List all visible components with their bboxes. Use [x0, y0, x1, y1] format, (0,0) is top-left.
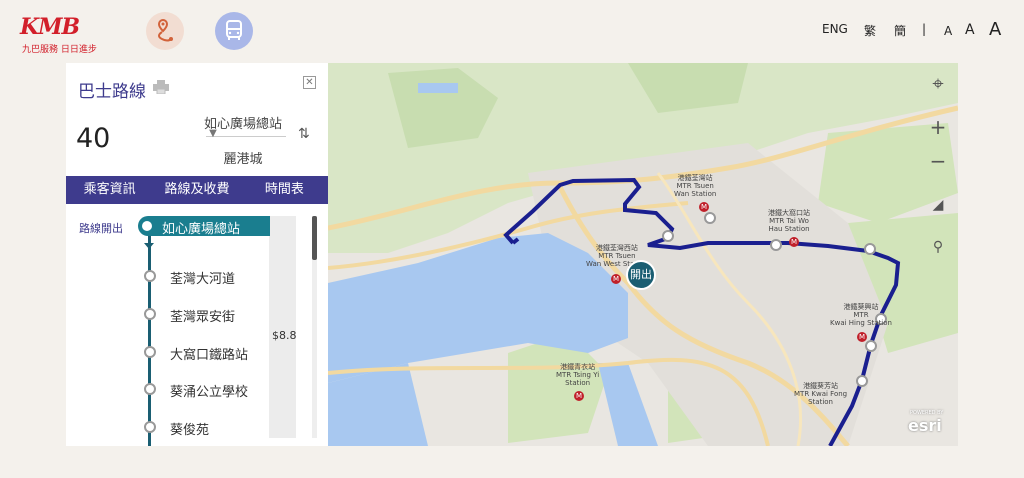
- zoom-in-button[interactable]: +: [924, 115, 952, 141]
- route-pin-icon: [157, 19, 173, 42]
- lang-english[interactable]: ENG: [822, 22, 848, 36]
- stop-item[interactable]: 荃灣眾安街: [144, 308, 294, 325]
- print-icon[interactable]: [153, 80, 169, 94]
- direction-label: 路線開出: [79, 222, 123, 235]
- zoom-out-button[interactable]: −: [924, 149, 952, 175]
- start-marker[interactable]: 開出: [626, 260, 656, 290]
- map-label-tai-wo-hau: 港鐵大窩口站 MTR Tai Wo Hau Station: [768, 209, 810, 233]
- route-tabs: 乘客資訊 路線及收費 時間表: [66, 176, 328, 204]
- stop-item[interactable]: 葵俊苑: [144, 421, 294, 438]
- stop-item[interactable]: 葵涌公立學校: [144, 383, 294, 400]
- map-label-kwai-hing: 港鐵葵興站 MTR Kwai Hing Station: [830, 303, 892, 327]
- esri-logo: esri: [908, 416, 942, 435]
- map-label-kwai-fong: 港鐵葵芳站 MTR Kwai Fong Station: [794, 382, 848, 406]
- stop-dot: [142, 221, 152, 231]
- route-destination: 麗港城: [223, 152, 263, 167]
- close-button[interactable]: ✕: [303, 76, 316, 89]
- stop-name: 葵俊苑: [170, 423, 210, 438]
- mtr-icon: M: [789, 237, 799, 247]
- header-separator: |: [922, 22, 927, 36]
- fare-value: $8.8: [272, 329, 297, 342]
- stop-dot: [144, 421, 156, 433]
- basemap-icon[interactable]: ◢: [924, 193, 952, 219]
- stop-dot: [144, 270, 156, 282]
- route-number: 40: [76, 123, 111, 154]
- font-size-small[interactable]: A: [944, 24, 952, 38]
- panel-title: 巴士路線: [78, 82, 146, 102]
- route-direction-arrow: [144, 243, 154, 249]
- bus-route-button[interactable]: [215, 12, 253, 50]
- mtr-icon: M: [611, 274, 621, 284]
- route-panel: 巴士路線 ✕ 40 如心廣場總站 ▼ 麗港城 ⇅ 乘客資訊 路線及收費 時間表 …: [66, 63, 328, 446]
- stop-dot: [144, 346, 156, 358]
- scrollbar-thumb[interactable]: [312, 216, 317, 260]
- font-size-large[interactable]: A: [989, 19, 1001, 40]
- locate-icon[interactable]: ⌖: [924, 71, 952, 97]
- fare-column: [269, 216, 296, 438]
- map-label-tsuen-wan: 港鐵荃灣站 MTR Tsuen Wan Station: [674, 174, 717, 198]
- mtr-icon: M: [574, 391, 584, 401]
- tab-passenger-info[interactable]: 乘客資訊: [66, 176, 153, 204]
- lang-traditional[interactable]: 繁: [864, 22, 876, 39]
- route-planner-button[interactable]: [146, 12, 184, 50]
- stop-dot: [144, 383, 156, 395]
- stop-name: 荃灣眾安街: [170, 310, 236, 325]
- route-map[interactable]: 港鐵荃灣站 MTR Tsuen Wan Station M 港鐵大窩口站 MTR Ta…: [328, 63, 958, 446]
- stop-item[interactable]: 荃灣大河道: [144, 270, 294, 287]
- stop-name: 大窩口鐵路站: [170, 348, 249, 363]
- route-line: [148, 236, 151, 446]
- stop-name: 如心廣場總站: [162, 222, 241, 237]
- stop-name: 葵涌公立學校: [170, 385, 249, 400]
- chevron-down-icon: ▼: [209, 128, 217, 139]
- stop-item-current[interactable]: 如心廣場總站: [138, 216, 270, 237]
- swap-direction-icon[interactable]: ⇅: [298, 126, 310, 142]
- tab-route-fare[interactable]: 路線及收費: [153, 176, 240, 204]
- mtr-icon: M: [857, 332, 867, 342]
- kmb-logo-subtitle: 九巴服務 日日進步: [22, 45, 97, 55]
- kmb-logo-mark: KMB: [20, 14, 80, 40]
- map-label-tsing-yi: 港鐵青衣站 MTR Tsing Yi Station: [556, 363, 600, 387]
- mtr-icon: M: [699, 202, 709, 212]
- kmb-logo[interactable]: KMB 九巴服務 日日進步: [20, 14, 112, 55]
- bus-stop-layer-icon[interactable]: ⚲: [924, 235, 952, 261]
- stop-item[interactable]: 大窩口鐵路站: [144, 346, 294, 363]
- stop-name: 荃灣大河道: [170, 272, 236, 287]
- bus-icon: [226, 20, 242, 40]
- stop-dot: [144, 308, 156, 320]
- font-size-medium[interactable]: A: [965, 22, 975, 38]
- tab-timetable[interactable]: 時間表: [241, 176, 328, 204]
- lang-simplified[interactable]: 簡: [894, 22, 906, 39]
